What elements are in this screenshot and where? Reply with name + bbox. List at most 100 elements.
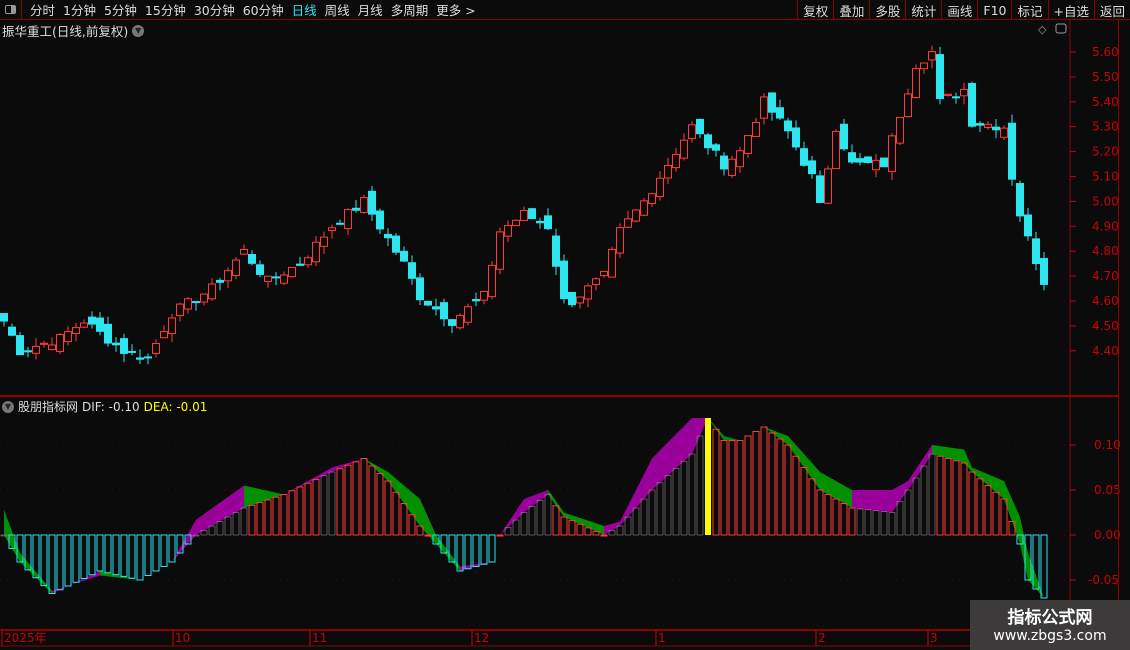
candle-down <box>256 264 264 275</box>
histogram-bar <box>616 525 624 536</box>
chart-canvas[interactable]: 5.60 5.50 5.40 5.30 5.20 5.10 5.00 4.90 4.80 4.70… <box>0 0 1130 650</box>
candle-up <box>232 259 240 276</box>
histogram-bar <box>808 478 816 536</box>
histogram-bar <box>976 478 984 536</box>
candle-down <box>120 338 128 354</box>
indicator-band <box>4 509 12 549</box>
candle-up <box>920 62 928 70</box>
candle-down <box>536 220 544 224</box>
indicator-band <box>268 490 276 500</box>
histogram-bar <box>992 491 1000 536</box>
indicator-band <box>100 571 108 577</box>
indicator-band <box>292 485 300 491</box>
indicator-band <box>596 523 604 535</box>
candle-down <box>696 118 704 135</box>
candle-up <box>760 96 768 119</box>
candle-up <box>464 306 472 323</box>
right-info-strip <box>1118 20 1130 630</box>
candle-up <box>904 93 912 118</box>
histogram-bar <box>968 471 976 536</box>
indicator-band <box>188 519 196 544</box>
histogram-bar <box>360 458 368 536</box>
histogram-bar <box>424 534 432 537</box>
indicator-band <box>300 481 308 487</box>
indicator-band <box>156 566 164 571</box>
diamond-icon: ◇ <box>1038 23 1047 36</box>
candle-up <box>312 241 320 263</box>
histogram-bar <box>632 507 640 536</box>
date-tick: 11 <box>312 631 327 645</box>
histogram-bar <box>536 500 544 536</box>
candle-up <box>912 68 920 99</box>
candle-down <box>192 301 200 304</box>
indicator-band <box>764 427 772 433</box>
histogram-bar <box>256 502 264 536</box>
indicator-band <box>636 474 644 508</box>
candle-up <box>32 345 40 354</box>
candle-up <box>208 283 216 300</box>
indicator-band <box>452 556 460 571</box>
candle-up <box>616 227 624 254</box>
candle-down <box>1040 258 1048 285</box>
candle-up <box>872 159 880 171</box>
indicator-band <box>20 553 28 570</box>
candle-up <box>744 135 752 154</box>
candle-down <box>568 291 576 306</box>
candle-down <box>416 277 424 301</box>
histogram-bar <box>552 505 560 536</box>
histogram-bar <box>928 453 936 536</box>
histogram-bar <box>352 461 360 536</box>
indicator-band <box>788 436 796 457</box>
histogram-bar <box>624 516 632 536</box>
candle-down <box>384 233 392 239</box>
histogram-bar <box>768 432 776 536</box>
indicator-band <box>916 457 924 478</box>
indicator-band <box>868 490 876 511</box>
price-tick: 5.40 <box>1092 95 1119 109</box>
candle-up <box>888 135 896 172</box>
candle-down <box>1016 183 1024 217</box>
indicator-band <box>844 485 852 508</box>
indicator-band <box>740 436 748 441</box>
indicator-band <box>500 523 508 535</box>
candle-up <box>592 278 600 285</box>
candle-down <box>848 152 856 163</box>
histogram-bar <box>264 499 272 536</box>
histogram-bar <box>112 534 120 576</box>
indicator-tick: 0.10 <box>1094 438 1121 452</box>
candle-down <box>0 313 8 322</box>
candle-down <box>368 190 376 215</box>
histogram-bar <box>144 534 152 576</box>
candle-down <box>296 263 304 266</box>
histogram-bar <box>904 489 912 536</box>
histogram-bar <box>56 534 64 591</box>
candle-down <box>936 54 944 100</box>
candle-up <box>176 303 184 317</box>
indicator-band <box>380 467 388 481</box>
indicator-band <box>36 571 44 586</box>
candle-down <box>448 319 456 326</box>
indicator-band <box>900 481 908 502</box>
candle-down <box>128 350 136 353</box>
indicator-band <box>820 472 828 495</box>
indicator-band <box>932 445 940 457</box>
candle-up <box>56 334 64 352</box>
price-tick: 4.40 <box>1092 344 1119 358</box>
date-tick: 2 <box>818 631 826 645</box>
candle-up <box>928 51 936 61</box>
candle-up <box>280 274 288 284</box>
histogram-bar <box>216 521 224 536</box>
indicator-band <box>964 449 972 472</box>
histogram-bar <box>944 458 952 536</box>
price-tick: 4.70 <box>1092 269 1119 283</box>
indicator-band <box>12 531 20 562</box>
candle-up <box>288 267 296 278</box>
indicator-band <box>924 445 932 466</box>
candle-down <box>408 262 416 279</box>
histogram-bar <box>584 527 592 536</box>
histogram-bar <box>824 494 832 536</box>
candle-up <box>728 158 736 176</box>
candle-up <box>328 227 336 231</box>
histogram-bar <box>520 512 528 536</box>
candle-up <box>64 331 72 343</box>
